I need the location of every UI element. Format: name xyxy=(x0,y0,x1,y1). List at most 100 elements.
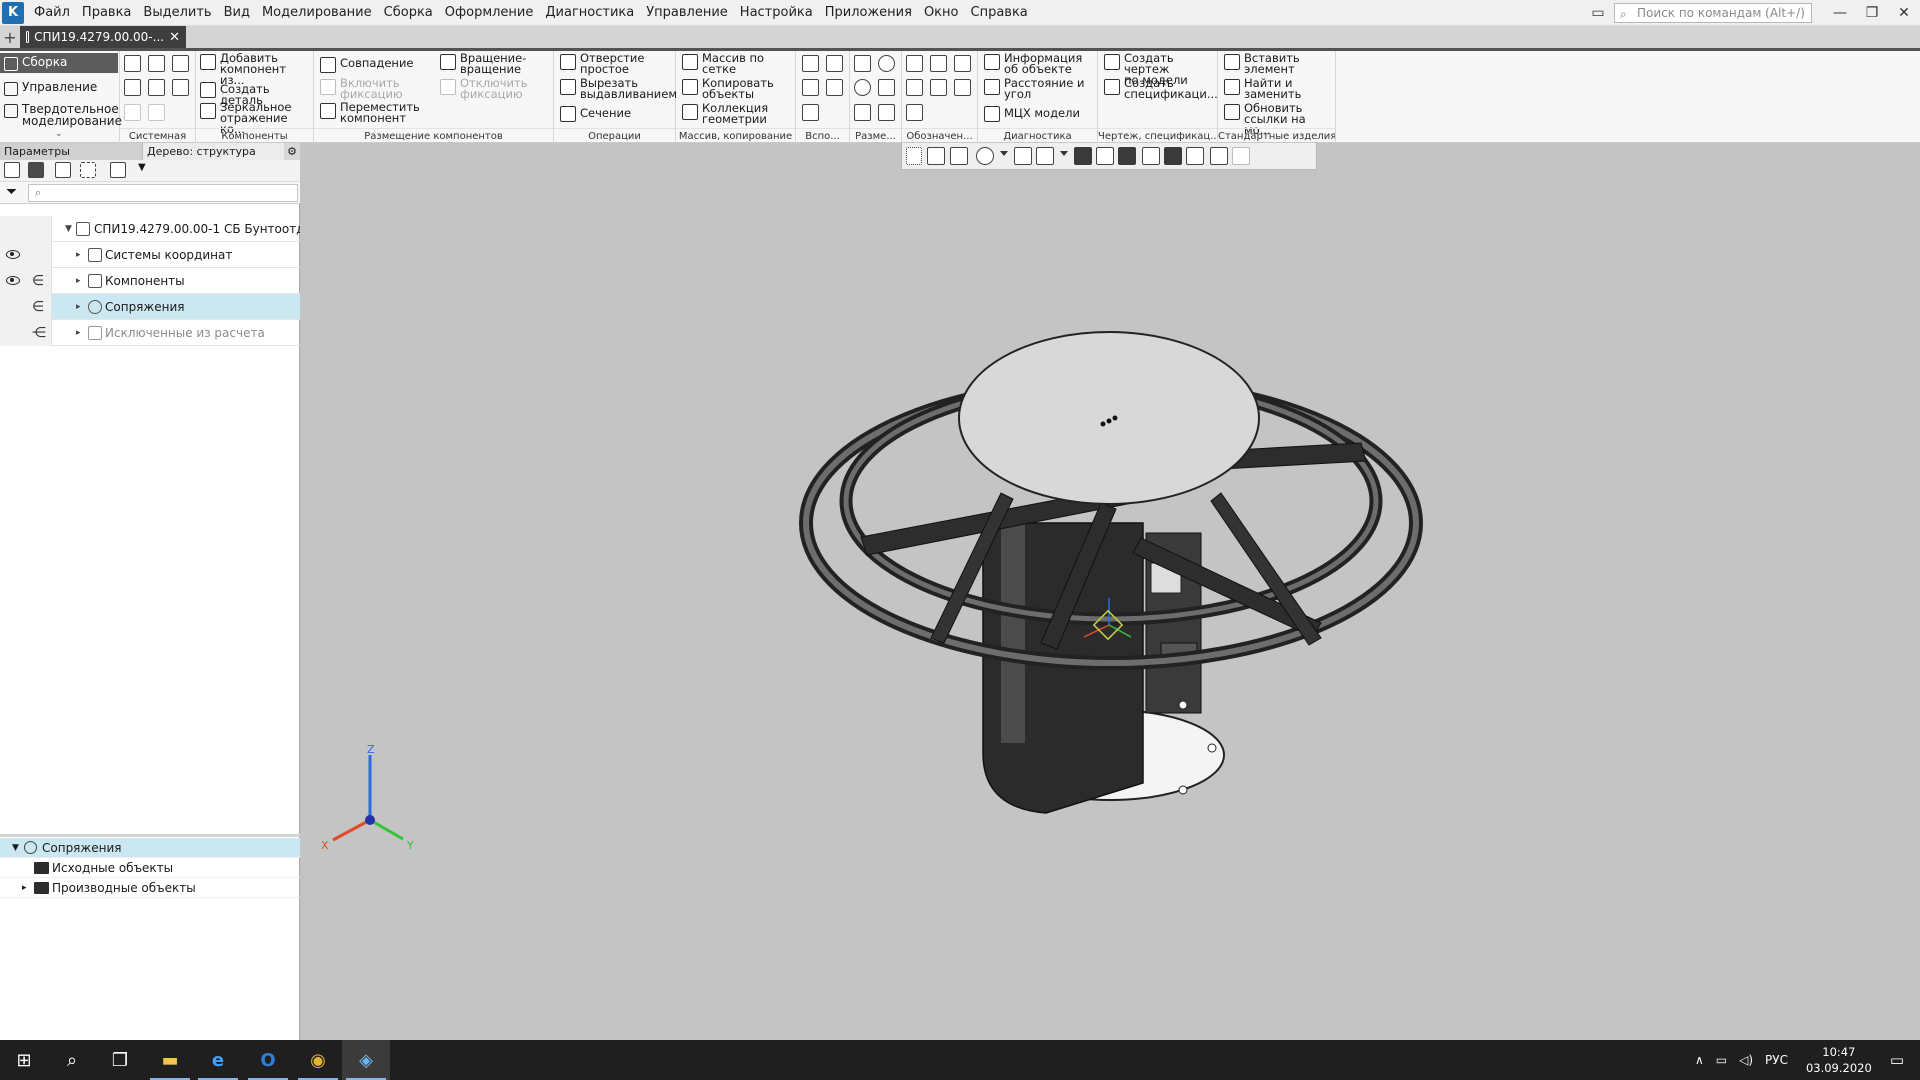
command-search-input[interactable]: ⌕ Поиск по командам (Alt+/) xyxy=(1614,3,1812,23)
tree-structure-tab[interactable]: Дерево: структура xyxy=(142,143,284,160)
marking-icon[interactable] xyxy=(906,104,923,121)
edge-browser-icon[interactable]: e xyxy=(194,1040,242,1080)
source-objects-node[interactable]: Исходные объекты xyxy=(0,858,300,878)
display-filter-icon[interactable] xyxy=(1186,147,1204,165)
weld-icon[interactable] xyxy=(954,55,971,72)
menu-file[interactable]: Файл xyxy=(28,0,76,26)
distance-angle-button[interactable]: Расстояние и угол xyxy=(984,77,1084,100)
offset-plane-icon[interactable] xyxy=(802,79,819,96)
zoom-icon[interactable] xyxy=(976,147,994,165)
insert-element-button[interactable]: Вставить элемент xyxy=(1224,52,1300,75)
params-tab[interactable]: Параметры xyxy=(0,143,142,160)
datum-icon[interactable] xyxy=(906,79,923,96)
menu-window[interactable]: Окно xyxy=(918,0,965,26)
plane-icon[interactable] xyxy=(802,55,819,72)
close-button[interactable]: ✕ xyxy=(1888,5,1920,21)
kompas-app-icon[interactable]: ◈ xyxy=(342,1040,390,1080)
move-component-button[interactable]: Переместить компонент xyxy=(320,101,420,124)
save-all-icon[interactable] xyxy=(172,79,189,96)
menu-apps[interactable]: Приложения xyxy=(819,0,918,26)
expanded-icon[interactable]: ▼ xyxy=(12,838,19,858)
chevron-down-icon[interactable]: ⌄ xyxy=(55,129,63,139)
tree-row-mates[interactable]: ∈ ▸ Сопряжения xyxy=(0,294,300,320)
mode-solid-modeling[interactable]: Твердотельное моделирование xyxy=(0,103,122,127)
expanded-icon[interactable]: ▼ xyxy=(65,216,72,242)
mass-properties-button[interactable]: МЦХ модели xyxy=(984,105,1080,122)
gear-icon[interactable]: ⚙ xyxy=(284,143,300,160)
tolerance-icon[interactable] xyxy=(930,79,947,96)
chevron-down-icon[interactable] xyxy=(1000,151,1008,159)
orientation-icon[interactable] xyxy=(950,147,968,165)
point-icon[interactable] xyxy=(826,79,843,96)
mode-management[interactable]: Управление xyxy=(0,81,118,96)
snap-grid-icon[interactable] xyxy=(906,147,922,165)
disable-fix-button[interactable]: Отключить фиксацию xyxy=(440,77,527,100)
rotate-view-icon[interactable] xyxy=(1014,147,1032,165)
leader-icon[interactable] xyxy=(906,55,923,72)
menu-modeling[interactable]: Моделирование xyxy=(256,0,378,26)
select-frame-icon[interactable] xyxy=(80,162,96,178)
document-tab[interactable]: СПИ19.4279.00.00-... ✕ xyxy=(20,26,186,48)
object-info-button[interactable]: Информация об объекте xyxy=(984,52,1082,75)
axes-view-icon[interactable] xyxy=(1036,147,1054,165)
find-replace-button[interactable]: Найти и заменить xyxy=(1224,77,1301,100)
shaded-view-icon[interactable] xyxy=(1074,147,1092,165)
tree-row-coord-systems[interactable]: ▸ Системы координат xyxy=(0,242,300,268)
start-icon[interactable]: ⊞ xyxy=(0,1040,48,1080)
open-file-icon[interactable] xyxy=(148,55,165,72)
kompas-logo-icon[interactable]: K xyxy=(2,1,24,24)
menu-assembly[interactable]: Сборка xyxy=(378,0,439,26)
3d-viewport[interactable]: Z X Y xyxy=(301,143,1920,1040)
coord-system-icon[interactable] xyxy=(927,147,945,165)
section-view-icon[interactable] xyxy=(1164,147,1182,165)
undo-icon[interactable] xyxy=(124,104,141,121)
cut-extrude-button[interactable]: Вырезать выдавливанием xyxy=(560,77,677,100)
menu-management[interactable]: Управление xyxy=(640,0,734,26)
structure-view-icon[interactable] xyxy=(28,162,44,178)
menu-settings[interactable]: Настройка xyxy=(734,0,819,26)
diameter-dim-icon[interactable] xyxy=(854,79,871,96)
save-icon[interactable] xyxy=(172,55,189,72)
file-explorer-icon[interactable]: ▬ xyxy=(146,1040,194,1080)
geometry-collection-button[interactable]: Коллекция геометрии xyxy=(682,102,768,125)
enable-fix-button[interactable]: Включить фиксацию xyxy=(320,77,403,100)
tree-view-icon[interactable] xyxy=(4,162,20,178)
volume-icon[interactable]: ◁) xyxy=(1739,1053,1753,1067)
tree-options-icon[interactable] xyxy=(110,162,126,178)
minimize-button[interactable]: — xyxy=(1824,5,1856,21)
tree-search-input[interactable]: ⌕ xyxy=(28,184,298,202)
create-spec-button[interactable]: Создать спецификаци... xyxy=(1104,77,1218,100)
menu-select[interactable]: Выделить xyxy=(137,0,217,26)
collapsed-icon[interactable]: ▸ xyxy=(76,268,81,294)
model-view[interactable]: Z X Y xyxy=(301,143,1920,1040)
outlook-icon[interactable]: O xyxy=(244,1040,292,1080)
preview-icon[interactable] xyxy=(148,79,165,96)
angle-dim-icon[interactable] xyxy=(878,79,895,96)
language-indicator[interactable]: РУС xyxy=(1765,1053,1788,1067)
menu-view[interactable]: Вид xyxy=(218,0,256,26)
eyedropper-icon[interactable] xyxy=(1232,147,1250,165)
clock[interactable]: 10:47 03.09.2020 xyxy=(1806,1044,1872,1076)
position-icon[interactable] xyxy=(954,79,971,96)
hole-button[interactable]: Отверстие простое xyxy=(560,52,644,75)
grid-array-button[interactable]: Массив по сетке xyxy=(682,52,764,75)
mates-node[interactable]: ▼ Сопряжения xyxy=(0,838,300,858)
notifications-icon[interactable]: ▭ xyxy=(1890,1051,1904,1069)
axis-icon[interactable] xyxy=(826,55,843,72)
eye-icon[interactable] xyxy=(6,276,20,285)
wireframe-view-icon[interactable] xyxy=(1096,147,1114,165)
chrome-icon[interactable]: ◉ xyxy=(294,1040,342,1080)
panel-splitter[interactable] xyxy=(0,834,300,837)
coincidence-button[interactable]: Совпадение xyxy=(320,56,414,73)
collapsed-icon[interactable]: ▸ xyxy=(76,294,81,320)
tree-row-excluded[interactable]: ⋲ ▸ Исключенные из расчета xyxy=(0,320,300,346)
chevron-down-icon[interactable]: ▼ xyxy=(138,162,146,173)
task-view-icon[interactable]: ❐ xyxy=(96,1040,144,1080)
auto-dim-icon[interactable] xyxy=(854,104,871,121)
line-icon[interactable] xyxy=(802,104,819,121)
shaded-edges-icon[interactable] xyxy=(1118,147,1136,165)
standard-views-icon[interactable] xyxy=(1210,147,1228,165)
close-tab-icon[interactable]: ✕ xyxy=(169,30,180,45)
collapsed-icon[interactable]: ▸ xyxy=(76,242,81,268)
tray-overflow-icon[interactable]: ∧ xyxy=(1695,1053,1704,1067)
